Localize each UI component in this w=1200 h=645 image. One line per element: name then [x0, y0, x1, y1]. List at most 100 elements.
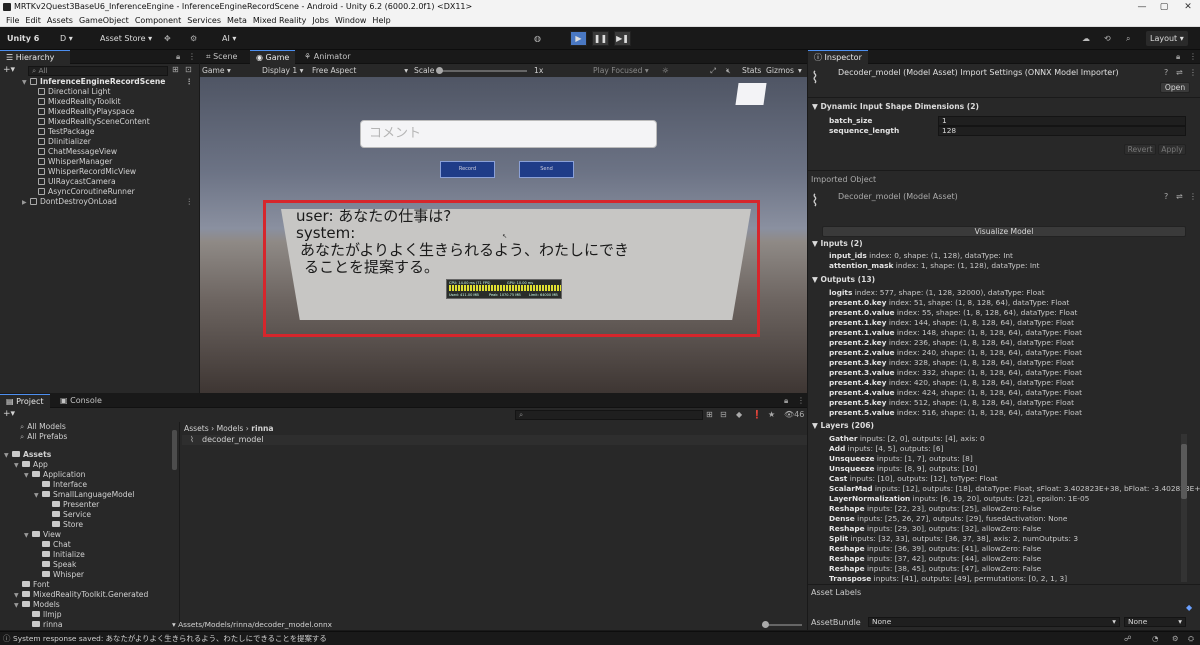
project-tree-item[interactable]: ▼ Models [0, 600, 60, 610]
scale-slider-handle[interactable] [436, 67, 443, 74]
project-tree-item[interactable]: Presenter [0, 500, 99, 510]
layers-scrollbar[interactable] [1181, 434, 1187, 582]
comment-input[interactable]: コメント [360, 120, 657, 148]
status-message[interactable]: System response saved: あなたがよりよく生きられるよう、わ… [13, 632, 327, 645]
ai-dropdown[interactable]: AI ▾ [218, 31, 240, 46]
display-dropdown[interactable]: Display 1 ▾ [262, 65, 303, 77]
favorite-icon[interactable]: ★ [768, 410, 775, 419]
label-filter-icon[interactable]: ◆ [736, 410, 742, 419]
hierarchy-item[interactable]: ChatMessageView [0, 147, 199, 157]
menu-item-help[interactable]: Help [372, 16, 390, 25]
menu-item-component[interactable]: Component [135, 16, 181, 25]
add-asset-icon[interactable]: +▾ [3, 409, 15, 419]
gizmos-dropdown[interactable]: Gizmos [766, 65, 794, 77]
inputs-header[interactable]: ▼ Inputs (2) [812, 239, 863, 248]
more-menu-icon[interactable]: ⋮ [797, 394, 805, 408]
tab-hierarchy[interactable]: ☰ Hierarchy [0, 50, 70, 64]
favorite-item[interactable]: ⌕ All Models [0, 422, 66, 432]
tab-project[interactable]: ▤ Project [0, 394, 50, 408]
scene-menu-icon[interactable]: ⋮ [185, 77, 193, 87]
warning-filter-icon[interactable]: ❗ [752, 410, 762, 419]
more-menu-icon[interactable]: ⋮ [188, 50, 196, 64]
outputs-header[interactable]: ▼ Outputs (13) [812, 275, 875, 284]
scene-menu-icon[interactable]: ⋮ [185, 197, 193, 207]
preset-icon[interactable]: ⇌ [1176, 68, 1183, 77]
menu-item-jobs[interactable]: Jobs [312, 16, 329, 25]
open-button[interactable]: Open [1160, 82, 1190, 93]
tab-scene[interactable]: ⌗ Scene [200, 50, 243, 64]
hierarchy-item[interactable]: MixedRealityToolkit [0, 97, 199, 107]
project-tree-item[interactable]: Whisper [0, 570, 84, 580]
project-tree-item[interactable]: Service [0, 510, 91, 520]
hierarchy-item[interactable]: WhisperManager [0, 157, 199, 167]
game-mode-dropdown[interactable]: Game ▾ [202, 65, 231, 77]
project-tree-item[interactable]: Interface [0, 480, 87, 490]
menu-item-window[interactable]: Window [335, 16, 367, 25]
sun-icon[interactable]: ☼ [662, 65, 669, 77]
hierarchy-item[interactable]: WhisperRecordMicView [0, 167, 199, 177]
label-tag-icon[interactable]: ◆ [1186, 603, 1192, 612]
project-tree-item[interactable]: ▼ SmallLanguageModel [0, 490, 134, 500]
play-focused-dropdown[interactable]: Play Focused ▾ [593, 65, 649, 77]
menu-item-assets[interactable]: Assets [47, 16, 73, 25]
tab-inspector[interactable]: ⓘ Inspector [808, 50, 868, 64]
maximize-icon[interactable]: ⤢ [710, 65, 716, 77]
project-tree-item[interactable]: ▼ View [0, 530, 61, 540]
inspector-menu-icon[interactable]: ⋮ [1189, 68, 1197, 77]
project-tree-item[interactable]: Store [0, 520, 83, 530]
scrollbar-thumb[interactable] [1181, 444, 1187, 499]
stats-toggle[interactable]: Stats [742, 65, 761, 77]
layout-dropdown[interactable]: Layout ▾ [1146, 31, 1188, 46]
visibility-icon[interactable]: ⊡ [185, 65, 192, 74]
maximize-button[interactable]: ▢ [1152, 0, 1176, 14]
project-tree-item[interactable]: Chat [0, 540, 71, 550]
sequence-length-field[interactable]: 128 [938, 126, 1186, 136]
project-tree-item[interactable]: Initialize [0, 550, 85, 560]
lock-icon[interactable]: 🔒︎ [784, 394, 788, 408]
lock-icon[interactable]: 🔒︎ [176, 50, 180, 64]
hierarchy-item[interactable]: TestPackage [0, 127, 199, 137]
version-control-icon[interactable]: ⚙ [186, 31, 201, 46]
scale-slider[interactable] [437, 70, 527, 72]
play-button[interactable]: ▶ [570, 31, 587, 46]
tab-animator[interactable]: ⚘ Animator [298, 50, 357, 64]
help-icon[interactable]: ? [1164, 68, 1168, 77]
layers-header[interactable]: ▼ Layers (206) [812, 421, 874, 430]
menu-item-meta[interactable]: Meta [227, 16, 247, 25]
menu-item-file[interactable]: File [6, 16, 19, 25]
hierarchy-item[interactable]: DIinitializer [0, 137, 199, 147]
cloud-icon[interactable]: ☁ [1078, 31, 1094, 46]
asset-bundle-variant-dropdown[interactable]: None ▾ [1124, 617, 1186, 627]
add-icon[interactable]: +▾ [3, 65, 15, 75]
game-render-area[interactable]: コメント Record Send user: あなたの仕事は? system: … [200, 77, 807, 393]
breadcrumb-item[interactable]: rinna [251, 424, 273, 433]
help-icon[interactable]: ? [1164, 192, 1168, 201]
asset-bundle-dropdown[interactable]: None ▾ [868, 617, 1120, 627]
history-icon[interactable]: ⟲ [1100, 31, 1115, 46]
bug-icon[interactable]: ⚙ [1172, 632, 1179, 645]
record-button[interactable]: Record [440, 161, 495, 178]
hierarchy-item[interactable]: UIRaycastCamera [0, 177, 199, 187]
more-menu-icon[interactable]: ⋮ [1189, 50, 1197, 64]
project-tree-item[interactable]: rinna [0, 620, 63, 630]
collab-icon[interactable]: ⛭ [1188, 632, 1194, 645]
project-tree-item[interactable]: ▼ MixedRealityToolkit.Generated [0, 590, 148, 600]
hierarchy-item[interactable]: AsyncCoroutineRunner [0, 187, 199, 197]
account-dropdown[interactable]: D ▾ [56, 31, 77, 46]
mute-icon[interactable]: 🔇︎ [726, 65, 731, 77]
tab-game[interactable]: ◉ Game [250, 50, 296, 64]
unity-account-button[interactable]: Unity 6 [3, 31, 43, 46]
pause-button[interactable]: ❚❚ [592, 31, 609, 46]
lock-icon[interactable]: 🔒︎ [1176, 50, 1180, 64]
project-tree-item[interactable]: ▼ Assets [0, 450, 51, 460]
aspect-dropdown[interactable]: Free Aspect ▾ [312, 65, 408, 77]
tools-icon[interactable]: ✥ [160, 31, 175, 46]
breadcrumb-item[interactable]: Assets [184, 424, 209, 433]
minimize-button[interactable]: — [1130, 0, 1154, 14]
send-button[interactable]: Send [519, 161, 574, 178]
favorite-item[interactable]: ⌕ All Prefabs [0, 432, 67, 442]
icon-size-slider-handle[interactable] [762, 621, 769, 628]
batch-size-field[interactable]: 1 [938, 116, 1186, 126]
menu-item-mixed-reality[interactable]: Mixed Reality [253, 16, 307, 25]
menu-item-services[interactable]: Services [187, 16, 221, 25]
